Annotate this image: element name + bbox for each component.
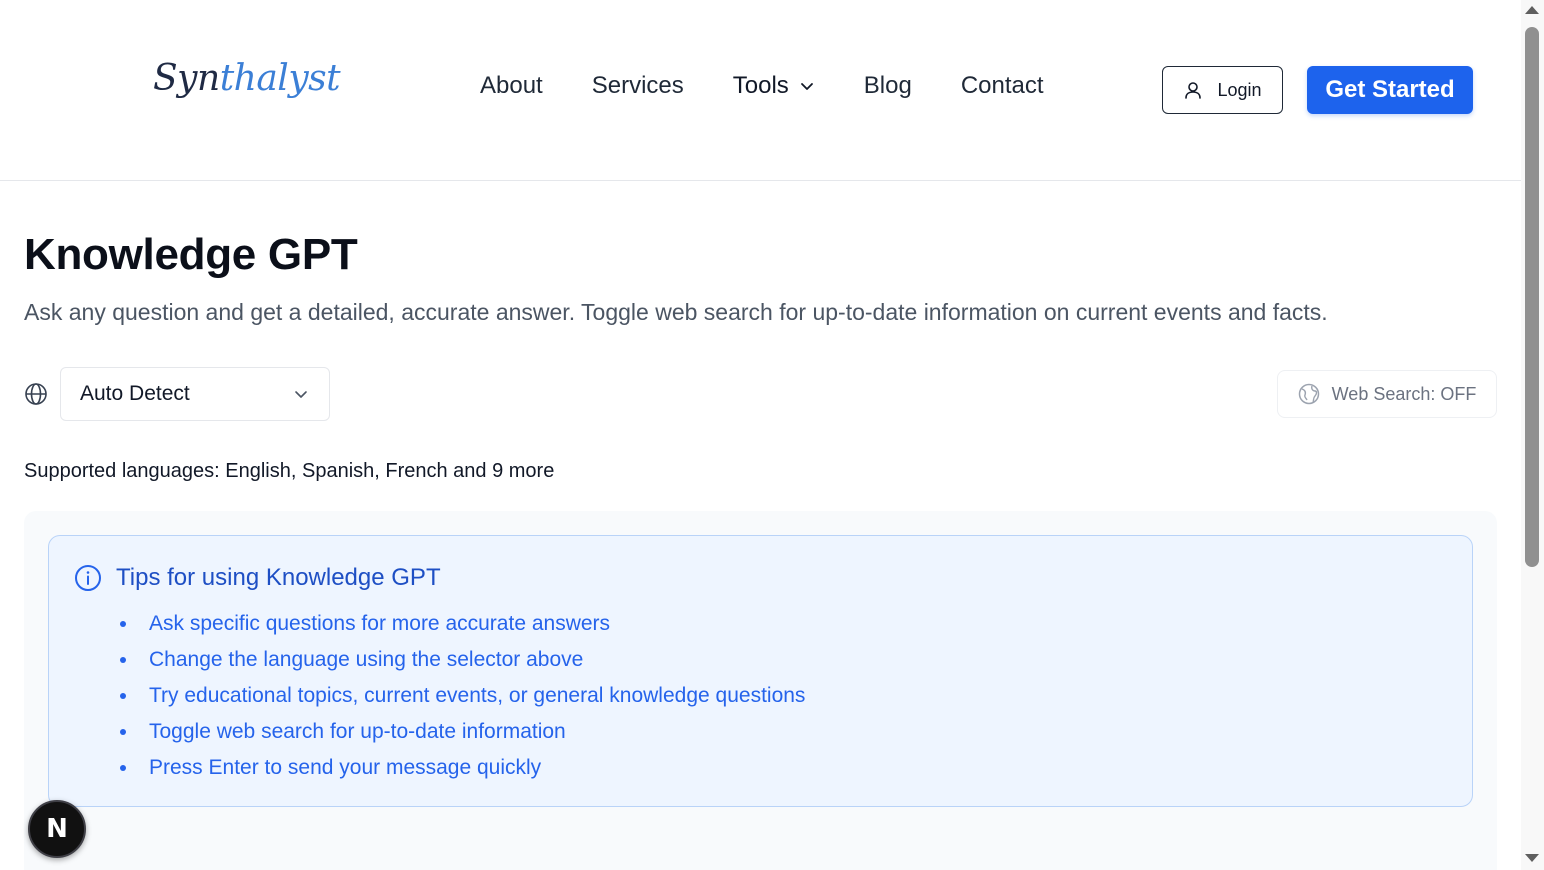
tips-panel: Tips for using Knowledge GPT Ask specifi…: [48, 535, 1473, 807]
web-search-toggle[interactable]: Web Search: OFF: [1277, 370, 1497, 418]
tip-item: Change the language using the selector a…: [119, 645, 805, 681]
nav-tools-label: Tools: [732, 72, 789, 99]
nav-tools-dropdown[interactable]: Tools: [733, 72, 815, 100]
scrollbar-thumb[interactable]: [1525, 27, 1539, 567]
logo-text-a: Syn: [153, 58, 220, 99]
user-icon: [1185, 82, 1202, 99]
nextjs-badge-letter: N: [46, 814, 68, 844]
language-select[interactable]: Auto Detect: [60, 367, 330, 421]
nav-services[interactable]: Services: [592, 72, 684, 100]
scroll-up-arrow-icon[interactable]: [1525, 6, 1539, 14]
nav-about[interactable]: About: [480, 72, 543, 100]
tip-item: Toggle web search for up-to-date informa…: [119, 717, 805, 753]
nav-contact[interactable]: Contact: [961, 72, 1044, 100]
tip-item: Ask specific questions for more accurate…: [119, 609, 805, 645]
globe-icon: [25, 383, 47, 405]
logo-text-b: thalyst: [219, 58, 341, 99]
scroll-down-arrow-icon[interactable]: [1525, 854, 1539, 862]
page-title: Knowledge GPT: [24, 230, 358, 279]
web-search-label: Web Search: OFF: [1331, 383, 1477, 404]
tips-title: Tips for using Knowledge GPT: [116, 564, 441, 591]
main-nav: About Services Tools Blog Contact: [480, 72, 1093, 100]
tip-item: Try educational topics, current events, …: [119, 681, 805, 717]
chevron-down-icon: [800, 83, 813, 90]
brand-logo[interactable]: Synthalyst: [153, 58, 341, 99]
nav-blog[interactable]: Blog: [864, 72, 912, 100]
chevron-down-icon: [295, 391, 307, 398]
globe-icon: [1298, 383, 1319, 405]
tips-list: Ask specific questions for more accurate…: [119, 609, 805, 789]
tip-item: Press Enter to send your message quickly: [119, 753, 805, 789]
nextjs-dev-badge[interactable]: N: [28, 800, 86, 858]
supported-languages: Supported languages: English, Spanish, F…: [24, 460, 555, 482]
page-description: Ask any question and get a detailed, acc…: [24, 299, 1328, 325]
login-label: Login: [1217, 79, 1262, 100]
site-header: Synthalyst About Services Tools Blog Con…: [0, 0, 1521, 181]
login-button[interactable]: Login: [1162, 66, 1283, 114]
language-select-value: Auto Detect: [80, 382, 190, 405]
get-started-button[interactable]: Get Started: [1307, 66, 1473, 114]
info-icon: [75, 565, 101, 591]
tips-header: Tips for using Knowledge GPT: [74, 564, 441, 592]
